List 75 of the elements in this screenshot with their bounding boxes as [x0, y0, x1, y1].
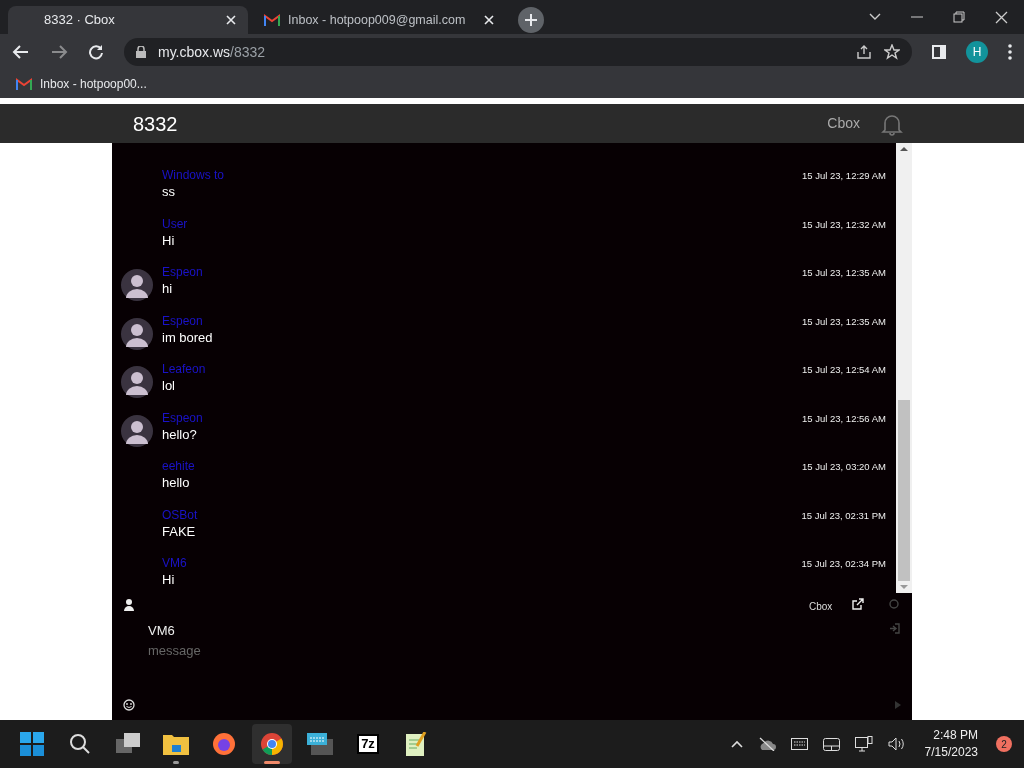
clock[interactable]: 2:48 PM 7/15/2023 [924, 727, 978, 761]
taskbar-button[interactable] [252, 724, 292, 764]
firefox-icon[interactable] [212, 732, 236, 756]
avatar-icon [120, 413, 154, 448]
tab-search-icon[interactable] [869, 13, 881, 21]
message-time: 15 Jul 23, 12:35 AM [802, 314, 886, 329]
notepad-icon[interactable] [405, 732, 427, 756]
search-icon[interactable] [69, 733, 91, 755]
scrollbar[interactable] [896, 143, 912, 593]
message-time: 15 Jul 23, 02:34 PM [801, 557, 886, 571]
running-indicator [173, 761, 179, 764]
lock-icon [136, 46, 146, 58]
emoji-icon[interactable] [123, 699, 135, 711]
avatar-icon [120, 365, 154, 399]
message-time: 15 Jul 23, 12:29 AM [802, 169, 886, 183]
message-text: lol [162, 377, 176, 395]
touchpad-icon[interactable] [822, 737, 840, 751]
windows-start-icon[interactable] [20, 732, 44, 756]
archiver-icon[interactable]: 7z [357, 734, 379, 754]
new-tab-icon[interactable] [518, 7, 544, 33]
network-icon[interactable] [854, 736, 873, 752]
forward-icon[interactable] [50, 43, 68, 61]
running-indicator [264, 761, 280, 764]
message-text: hi [162, 280, 174, 298]
scroll-thumb[interactable] [898, 400, 910, 581]
message-text: hello? [162, 425, 198, 444]
volume-icon[interactable] [887, 737, 905, 751]
cbox-link[interactable]: Cbox [809, 599, 833, 614]
page-title: 8332 [133, 111, 178, 137]
message-text: FAKE [162, 522, 197, 541]
profile-avatar[interactable]: H [966, 41, 988, 63]
restore-icon[interactable] [953, 11, 965, 23]
close-icon[interactable] [226, 15, 236, 25]
avatar-icon [120, 316, 154, 351]
taskbar-button[interactable]: 7z [348, 724, 388, 764]
browser-tab[interactable]: Inbox - hotpoop009@gmail.com [252, 6, 502, 34]
message-time: 15 Jul 23, 12:54 AM [802, 363, 886, 377]
message-text: hello [162, 474, 191, 492]
close-icon[interactable] [484, 15, 494, 25]
name-field[interactable]: VM6 [148, 621, 175, 641]
close-icon[interactable] [995, 10, 1008, 24]
notification-badge[interactable]: 2 [996, 736, 1012, 752]
address-bar[interactable]: my.cbox.ws/8332 [124, 38, 912, 66]
keyboard-icon[interactable] [790, 738, 808, 750]
share-icon[interactable] [856, 44, 872, 60]
task-view-icon[interactable] [116, 733, 140, 755]
avatar-icon [120, 268, 154, 302]
url-text: my.cbox.ws/8332 [158, 42, 266, 62]
message-text: im bored [162, 328, 214, 347]
message-time: 15 Jul 23, 02:31 PM [801, 508, 886, 523]
keyboard-app-icon[interactable] [307, 733, 333, 755]
side-panel-icon[interactable] [932, 45, 946, 59]
message-time: 15 Jul 23, 12:56 AM [802, 411, 886, 426]
chrome-icon[interactable] [260, 732, 284, 756]
mail-icon [16, 78, 32, 90]
user-icon[interactable] [124, 599, 134, 611]
star-icon[interactable] [884, 44, 900, 60]
external-link-icon[interactable] [852, 598, 864, 610]
mail-icon [264, 14, 280, 26]
message-field[interactable]: message [148, 641, 848, 661]
folder-icon[interactable] [163, 733, 189, 755]
chevron-up-icon[interactable] [730, 740, 743, 748]
message-time: 15 Jul 23, 12:35 AM [802, 266, 886, 280]
browser-tab[interactable]: 8332 · Cbox [8, 6, 248, 34]
cloud-off-icon[interactable] [757, 737, 776, 751]
message-time: 15 Jul 23, 03:20 AM [802, 460, 886, 474]
reload-icon[interactable] [88, 44, 104, 60]
message-text: Hi [162, 571, 176, 589]
message-text: ss [162, 183, 176, 201]
bookmark[interactable]: Inbox - hotpoop00... [16, 75, 147, 93]
cbox-link[interactable]: Cbox [827, 113, 860, 134]
back-icon[interactable] [12, 43, 30, 61]
message-text: Hi [162, 231, 176, 250]
message-time: 15 Jul 23, 12:32 AM [802, 217, 886, 232]
menu-icon[interactable] [1008, 44, 1012, 60]
